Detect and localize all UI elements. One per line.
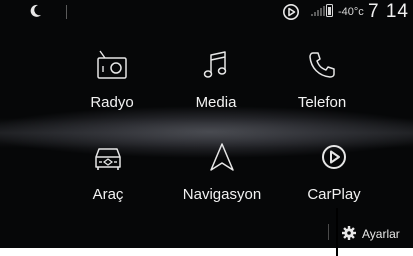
temperature-readout: -40°c (338, 6, 364, 18)
radio-icon (97, 50, 127, 79)
navigation-arrow-icon (210, 143, 234, 171)
settings-button[interactable]: Ayarlar (328, 222, 413, 246)
app-label: CarPlay (307, 186, 361, 203)
carplay-status-icon (283, 4, 299, 20)
app-label: Telefon (297, 94, 347, 111)
phone-battery-icon (326, 4, 333, 17)
app-label: Araç (92, 186, 124, 203)
status-divider (66, 5, 67, 19)
app-label: Radyo (90, 94, 134, 111)
app-media[interactable]: Media (161, 48, 271, 118)
phone-icon (309, 52, 335, 78)
app-telefon[interactable]: Telefon (267, 48, 377, 118)
callout-pointer-line (336, 208, 338, 256)
settings-divider (328, 224, 329, 240)
crescent-moon-icon[interactable] (30, 4, 42, 18)
settings-label: Ayarlar (362, 227, 400, 241)
home-screen: -40°c 7 14 Radyo Media Telefon Araç Navi… (0, 0, 413, 248)
carplay-icon (322, 145, 346, 169)
app-arac[interactable]: Araç (53, 140, 163, 210)
app-label: Media (195, 94, 237, 111)
app-carplay[interactable]: CarPlay (279, 140, 389, 210)
gear-icon (342, 226, 356, 240)
music-note-icon (203, 51, 227, 78)
clock: 7 14 (368, 1, 409, 22)
app-radyo[interactable]: Radyo (57, 48, 167, 118)
car-icon (95, 148, 121, 170)
signal-bars-icon (311, 6, 325, 16)
status-bar: -40°c 7 14 (0, 0, 413, 26)
app-label: Navigasyon (182, 186, 262, 203)
app-navigasyon[interactable]: Navigasyon (167, 140, 277, 210)
screen-bottom-margin (0, 248, 413, 256)
